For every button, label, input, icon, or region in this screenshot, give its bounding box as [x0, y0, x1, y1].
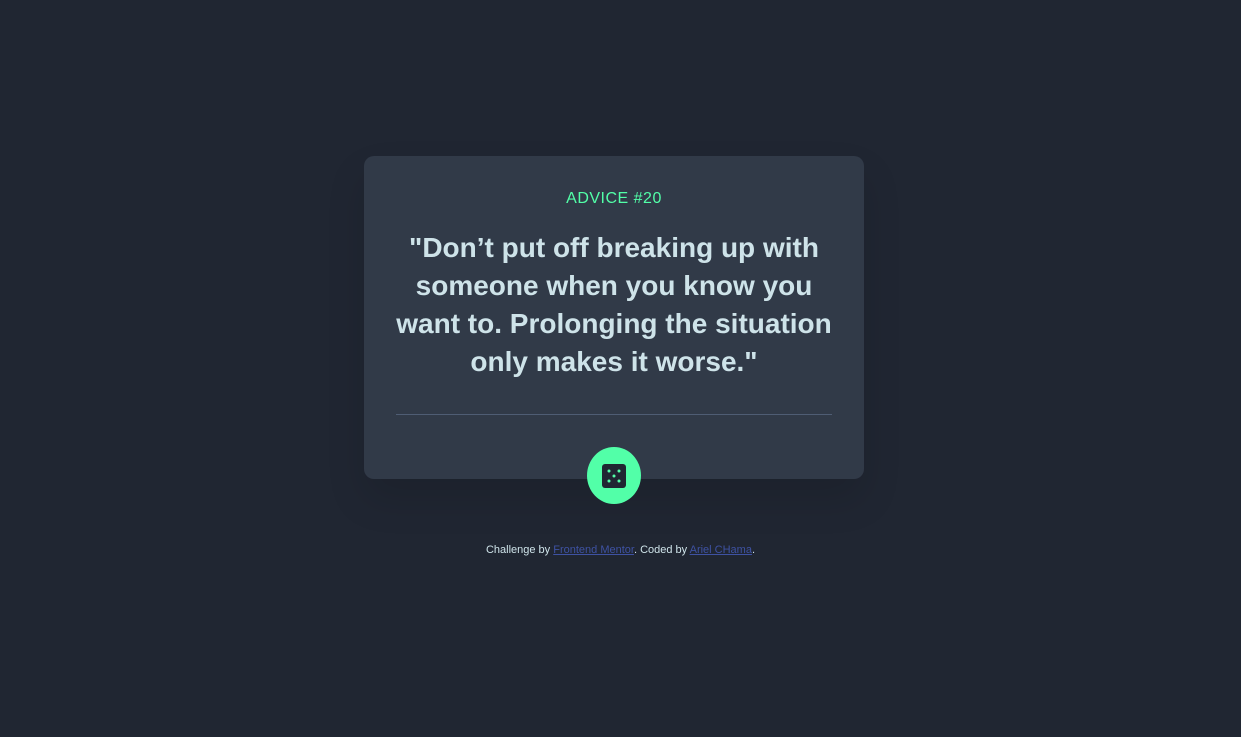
author-link[interactable]: Ariel CHama	[690, 544, 752, 556]
advice-card: ADVICE #20 "Don’t put off breaking up wi…	[364, 156, 864, 479]
dice-icon	[602, 463, 626, 488]
attribution-challenge-text: Challenge by	[485, 544, 554, 556]
attribution: Challenge by Frontend Mentor. Coded by A…	[0, 544, 1241, 556]
pattern-divider	[396, 414, 832, 415]
advice-id-label: ADVICE #20	[566, 190, 662, 207]
generate-advice-button[interactable]	[587, 447, 641, 504]
advice-quote: "Don’t put off breaking up with someone …	[396, 232, 832, 377]
attribution-coded-text: . Coded by	[633, 544, 690, 556]
attribution-suffix: .	[751, 544, 756, 556]
frontend-mentor-link[interactable]: Frontend Mentor	[553, 544, 634, 556]
